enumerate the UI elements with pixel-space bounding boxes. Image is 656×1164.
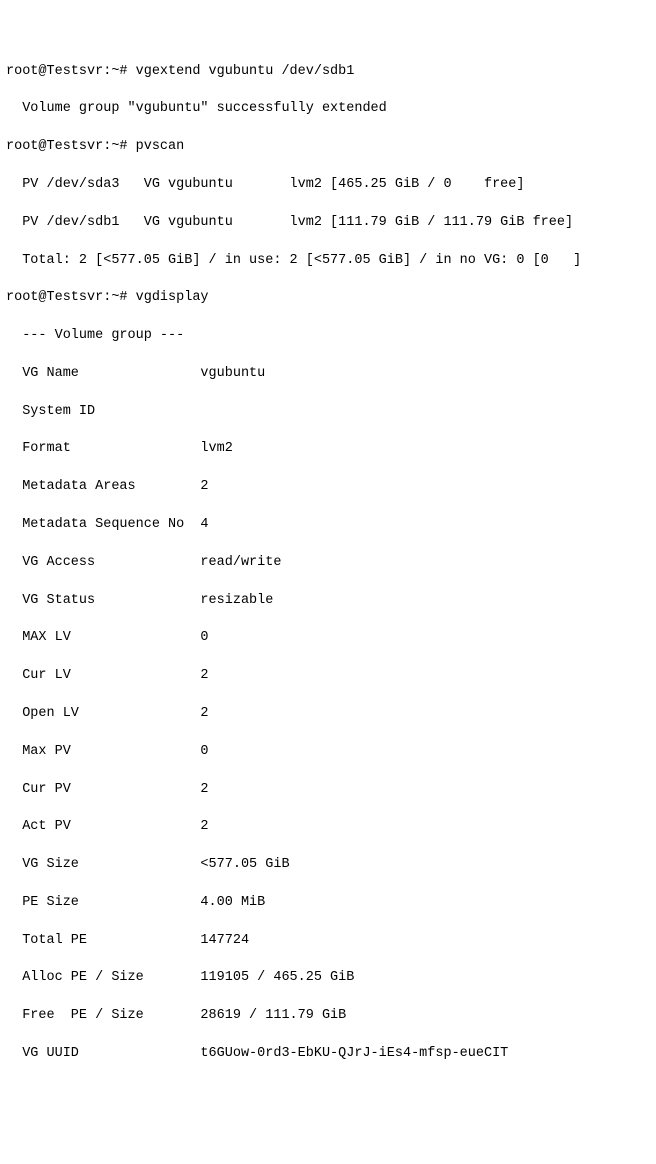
- cmd-vgextend: root@Testsvr:~# vgextend vgubuntu /dev/s…: [6, 63, 650, 82]
- metadata-seq: Metadata Sequence No 4: [6, 516, 650, 535]
- cmd-vgdisplay: root@Testsvr:~# vgdisplay: [6, 289, 650, 308]
- cur-pv: Cur PV 2: [6, 781, 650, 800]
- vg-name: VG Name vgubuntu: [6, 365, 650, 384]
- vgextend-output: Volume group "vgubuntu" successfully ext…: [6, 100, 650, 119]
- vg-uuid: VG UUID t6GUow-0rd3-EbKU-QJrJ-iEs4-mfsp-…: [6, 1045, 650, 1064]
- max-pv: Max PV 0: [6, 743, 650, 762]
- pe-size: PE Size 4.00 MiB: [6, 894, 650, 913]
- system-id: System ID: [6, 403, 650, 422]
- open-lv: Open LV 2: [6, 705, 650, 724]
- vg-size: VG Size <577.05 GiB: [6, 856, 650, 875]
- vg-access: VG Access read/write: [6, 554, 650, 573]
- vg-status: VG Status resizable: [6, 592, 650, 611]
- metadata-areas: Metadata Areas 2: [6, 478, 650, 497]
- vgdisplay-header: --- Volume group ---: [6, 327, 650, 346]
- total-pe: Total PE 147724: [6, 932, 650, 951]
- cmd-pvscan: root@Testsvr:~# pvscan: [6, 138, 650, 157]
- act-pv: Act PV 2: [6, 818, 650, 837]
- pvscan-output-pv2: PV /dev/sdb1 VG vgubuntu lvm2 [111.79 Gi…: [6, 214, 650, 233]
- alloc-pe: Alloc PE / Size 119105 / 465.25 GiB: [6, 969, 650, 988]
- max-lv: MAX LV 0: [6, 629, 650, 648]
- pvscan-output-total: Total: 2 [<577.05 GiB] / in use: 2 [<577…: [6, 252, 650, 271]
- pvscan-output-pv1: PV /dev/sda3 VG vgubuntu lvm2 [465.25 Gi…: [6, 176, 650, 195]
- cur-lv: Cur LV 2: [6, 667, 650, 686]
- format: Format lvm2: [6, 440, 650, 459]
- free-pe: Free PE / Size 28619 / 111.79 GiB: [6, 1007, 650, 1026]
